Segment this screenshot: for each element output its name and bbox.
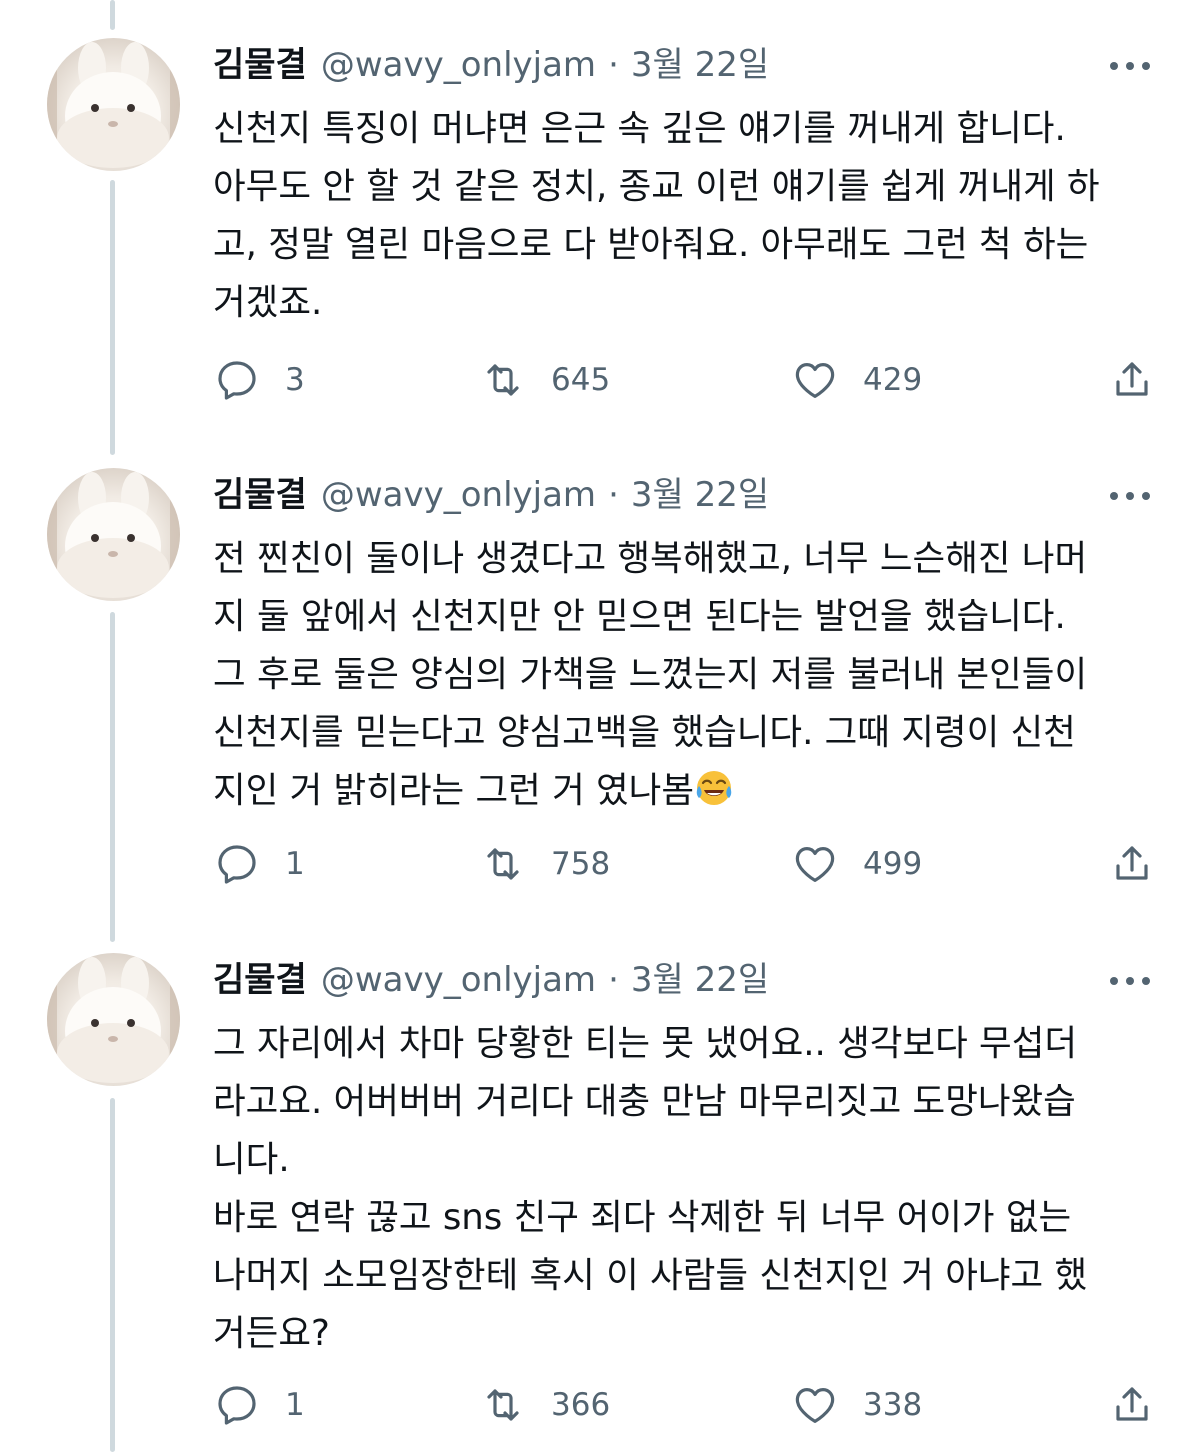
rabbit-avatar-image — [47, 38, 180, 171]
like-count: 499 — [863, 846, 923, 882]
like-count: 338 — [863, 1387, 923, 1423]
separator-dot: · — [608, 475, 619, 515]
heart-icon — [795, 1388, 835, 1423]
retweet-icon — [487, 1389, 519, 1421]
tweet-text: 전 찐친이 둘이나 생겼다고 행복해했고, 너무 느슨해진 나머 지 둘 앞에서… — [213, 530, 1163, 826]
reply-button[interactable]: 1 — [213, 839, 305, 889]
retweet-icon — [487, 848, 519, 880]
tweet-1[interactable]: 김물결 @wavy_onlyjam · 3월 22일 신천지 특징이 머냐면 은… — [0, 0, 1200, 430]
retweet-button[interactable]: 758 — [479, 839, 610, 889]
like-button[interactable]: 338 — [791, 1380, 922, 1430]
avatar[interactable] — [47, 953, 180, 1086]
heart-icon — [795, 847, 835, 882]
reply-count: 1 — [285, 1387, 305, 1423]
tweet-text: 그 자리에서 차마 당황한 티는 못 냈어요.. 생각보다 무섭더 라고요. 어… — [213, 1023, 1088, 1354]
reply-button[interactable]: 3 — [213, 355, 305, 405]
tweet-date[interactable]: 3월 22일 — [631, 955, 769, 1005]
author-handle[interactable]: @wavy_onlyjam — [321, 40, 596, 90]
reply-icon — [218, 1386, 256, 1425]
face-with-tears-of-joy-emoji — [694, 768, 734, 826]
like-button[interactable]: 429 — [791, 355, 922, 405]
share-icon — [1116, 362, 1148, 396]
tweet-actions: 1 758 499 — [213, 839, 1158, 889]
share-button[interactable] — [1108, 355, 1156, 405]
share-icon — [1116, 1387, 1148, 1421]
rabbit-avatar-image — [47, 468, 180, 601]
reply-icon — [218, 845, 256, 884]
tweet-date[interactable]: 3월 22일 — [631, 40, 769, 90]
more-options-icon[interactable] — [1110, 969, 1150, 993]
retweet-button[interactable]: 645 — [479, 355, 610, 405]
avatar[interactable] — [47, 468, 180, 601]
avatar[interactable] — [47, 38, 180, 171]
author-name[interactable]: 김물결 — [213, 955, 307, 1005]
separator-dot: · — [608, 960, 619, 1000]
share-icon — [1116, 846, 1148, 880]
tweet-2[interactable]: 김물결 @wavy_onlyjam · 3월 22일 전 찐친이 둘이나 생겼다… — [0, 430, 1200, 915]
author-handle[interactable]: @wavy_onlyjam — [321, 470, 596, 520]
tweet-header: 김물결 @wavy_onlyjam · 3월 22일 — [213, 470, 769, 520]
retweet-count: 758 — [551, 846, 611, 882]
author-handle[interactable]: @wavy_onlyjam — [321, 955, 596, 1005]
like-button[interactable]: 499 — [791, 839, 922, 889]
retweet-icon — [487, 364, 519, 396]
retweet-count: 645 — [551, 362, 611, 398]
share-button[interactable] — [1108, 1380, 1156, 1430]
more-options-icon[interactable] — [1110, 484, 1150, 508]
like-count: 429 — [863, 362, 923, 398]
tweet-3[interactable]: 김물결 @wavy_onlyjam · 3월 22일 그 자리에서 차마 당황한… — [0, 915, 1200, 1452]
tweet-header: 김물결 @wavy_onlyjam · 3월 22일 — [213, 955, 769, 1005]
reply-icon — [218, 361, 256, 400]
retweet-count: 366 — [551, 1387, 611, 1423]
separator-dot: · — [608, 45, 619, 85]
tweet-actions: 1 366 338 — [213, 1380, 1158, 1430]
share-button[interactable] — [1108, 839, 1156, 889]
tweet-header: 김물결 @wavy_onlyjam · 3월 22일 — [213, 40, 769, 90]
tweet-text: 신천지 특징이 머냐면 은근 속 깊은 얘기를 꺼내게 합니다. 아무도 안 할… — [213, 108, 1100, 323]
heart-icon — [795, 363, 835, 398]
retweet-button[interactable]: 366 — [479, 1380, 610, 1430]
rabbit-avatar-image — [47, 953, 180, 1086]
author-name[interactable]: 김물결 — [213, 470, 307, 520]
reply-button[interactable]: 1 — [213, 1380, 305, 1430]
more-options-icon[interactable] — [1110, 54, 1150, 78]
reply-count: 1 — [285, 846, 305, 882]
tweet-text-content: 전 찐친이 둘이나 생겼다고 행복해했고, 너무 느슨해진 나머 지 둘 앞에서… — [213, 538, 1088, 811]
reply-count: 3 — [285, 362, 305, 398]
tweet-actions: 3 645 429 — [213, 355, 1158, 405]
author-name[interactable]: 김물결 — [213, 40, 307, 90]
tweet-date[interactable]: 3월 22일 — [631, 470, 769, 520]
